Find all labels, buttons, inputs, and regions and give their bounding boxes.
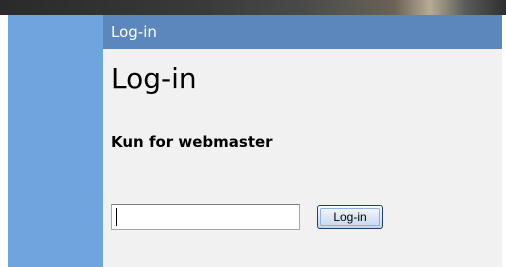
login-button-label: Log-in — [333, 210, 367, 224]
login-form: Log-in — [111, 204, 411, 236]
content-panel: Log-in Log-in Kun for webmaster Log-in — [103, 15, 502, 267]
left-sidebar — [8, 15, 103, 267]
page-subtitle: Kun for webmaster — [111, 133, 273, 151]
login-button[interactable]: Log-in — [317, 205, 383, 229]
panel-header: Log-in — [103, 15, 502, 49]
login-password-input[interactable] — [111, 204, 300, 230]
panel-header-title: Log-in — [111, 23, 157, 41]
text-caret — [116, 208, 117, 226]
top-banner-image — [0, 0, 506, 15]
page-title: Log-in — [111, 62, 197, 95]
